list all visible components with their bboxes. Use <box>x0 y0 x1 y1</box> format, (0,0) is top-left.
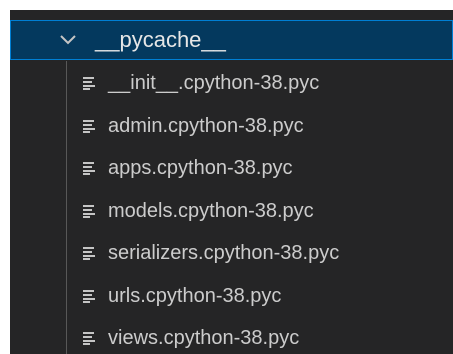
file-item[interactable]: views.cpython-38.pyc <box>10 325 453 354</box>
file-name: urls.cpython-38.pyc <box>108 284 282 307</box>
file-name: views.cpython-38.pyc <box>108 327 300 349</box>
file-lines-icon <box>82 246 96 260</box>
file-name: admin.cpython-38.pyc <box>108 114 304 137</box>
file-lines-icon <box>82 204 96 218</box>
file-item[interactable]: admin.cpython-38.pyc <box>10 113 453 156</box>
file-lines-icon <box>82 161 96 175</box>
file-name: apps.cpython-38.pyc <box>108 157 293 179</box>
file-item[interactable]: apps.cpython-38.pyc <box>10 155 453 198</box>
file-lines-icon <box>82 331 96 345</box>
file-lines-icon <box>82 76 96 90</box>
folder-name: __pycache__ <box>95 27 226 52</box>
file-item[interactable]: serializers.cpython-38.pyc <box>10 240 453 283</box>
file-item[interactable]: urls.cpython-38.pyc <box>10 283 453 326</box>
file-explorer-panel: __pycache__ __init__.cpython-38.pyc admi… <box>10 10 453 354</box>
file-item[interactable]: __init__.cpython-38.pyc <box>10 70 453 113</box>
file-item[interactable]: models.cpython-38.pyc <box>10 198 453 241</box>
file-name: models.cpython-38.pyc <box>108 199 314 222</box>
file-lines-icon <box>82 289 96 303</box>
file-name: __init__.cpython-38.pyc <box>108 72 320 94</box>
file-name: serializers.cpython-38.pyc <box>108 242 340 264</box>
chevron-down-icon[interactable] <box>59 33 77 47</box>
file-lines-icon <box>82 119 96 133</box>
file-list: __init__.cpython-38.pyc admin.cpython-38… <box>10 70 453 354</box>
folder-row-pycache[interactable]: __pycache__ <box>10 20 453 60</box>
